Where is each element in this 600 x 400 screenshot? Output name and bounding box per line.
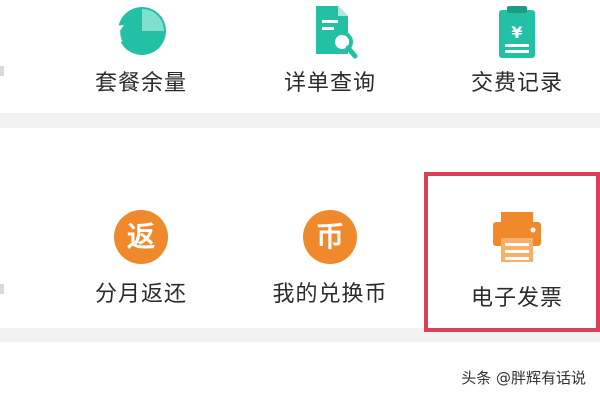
bill-clipboard-icon: ¥ [442,4,592,64]
call-details-label: 详单查询 [283,71,376,96]
highlight-box [424,172,600,332]
svg-text:¥: ¥ [511,23,522,42]
left-edge-mark [0,284,4,294]
payment-history-label: 交费记录 [470,71,563,96]
package-balance-label: 套餐余量 [94,71,187,96]
clock-icon [66,4,216,64]
document-search-icon [255,4,405,64]
my-coins-tile[interactable]: 币 我的兑换币 [255,210,405,310]
my-coins-label: 我的兑换币 [272,282,388,307]
coin-badge-icon: 币 [303,210,357,264]
monthly-rebate-label: 分月返还 [94,282,187,307]
left-edge-mark [0,66,4,76]
monthly-rebate-tile[interactable]: 返 分月返还 [66,210,216,310]
package-balance-tile[interactable]: 套餐余量 [66,4,216,99]
rebate-badge-icon: 返 [114,210,168,264]
payment-history-tile[interactable]: ¥ 交费记录 [442,4,592,99]
watermark: 头条 @胖辉有话说 [461,369,586,387]
call-details-tile[interactable]: 详单查询 [255,4,405,99]
